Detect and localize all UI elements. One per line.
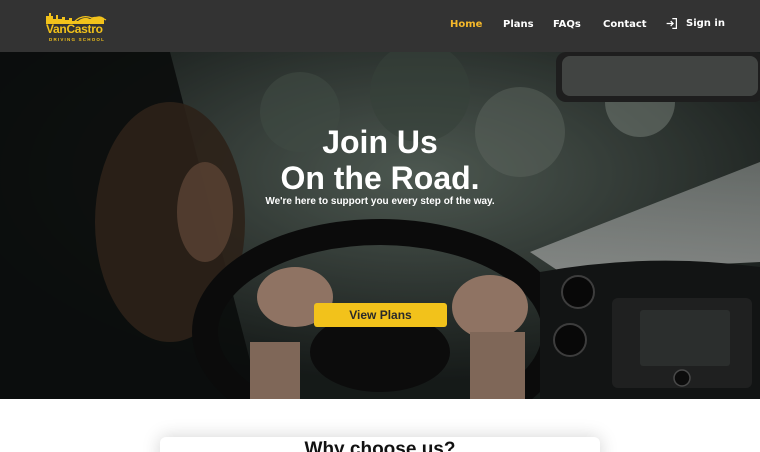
- sign-in-label: Sign in: [686, 18, 725, 29]
- hero-background-image: [0, 52, 760, 399]
- section-title: Why choose us?: [304, 439, 456, 452]
- hero-section: Join Us On the Road. We're here to suppo…: [0, 52, 760, 399]
- why-choose-us-section: Why choose us?: [0, 399, 760, 452]
- hero-title-line-1: Join Us: [322, 124, 438, 160]
- hero-title-line-2: On the Road.: [280, 160, 480, 196]
- brand-tagline: DRIVING SCHOOL: [49, 37, 106, 42]
- nav-plans[interactable]: Plans: [503, 19, 534, 30]
- sign-in-button[interactable]: Sign in: [665, 17, 725, 30]
- nav-home[interactable]: Home: [450, 19, 482, 30]
- nav-faqs[interactable]: FAQs: [553, 19, 581, 30]
- nav-contact[interactable]: Contact: [603, 19, 647, 30]
- top-navbar: VanCastro DRIVING SCHOOL Home Plans FAQs…: [0, 0, 760, 52]
- brand-logo[interactable]: VanCastro DRIVING SCHOOL: [44, 10, 108, 44]
- brand-name: VanCastro: [46, 22, 103, 36]
- login-icon: [666, 18, 677, 29]
- view-plans-button[interactable]: View Plans: [314, 303, 447, 327]
- hero-subtitle: We're here to support you every step of …: [265, 196, 495, 207]
